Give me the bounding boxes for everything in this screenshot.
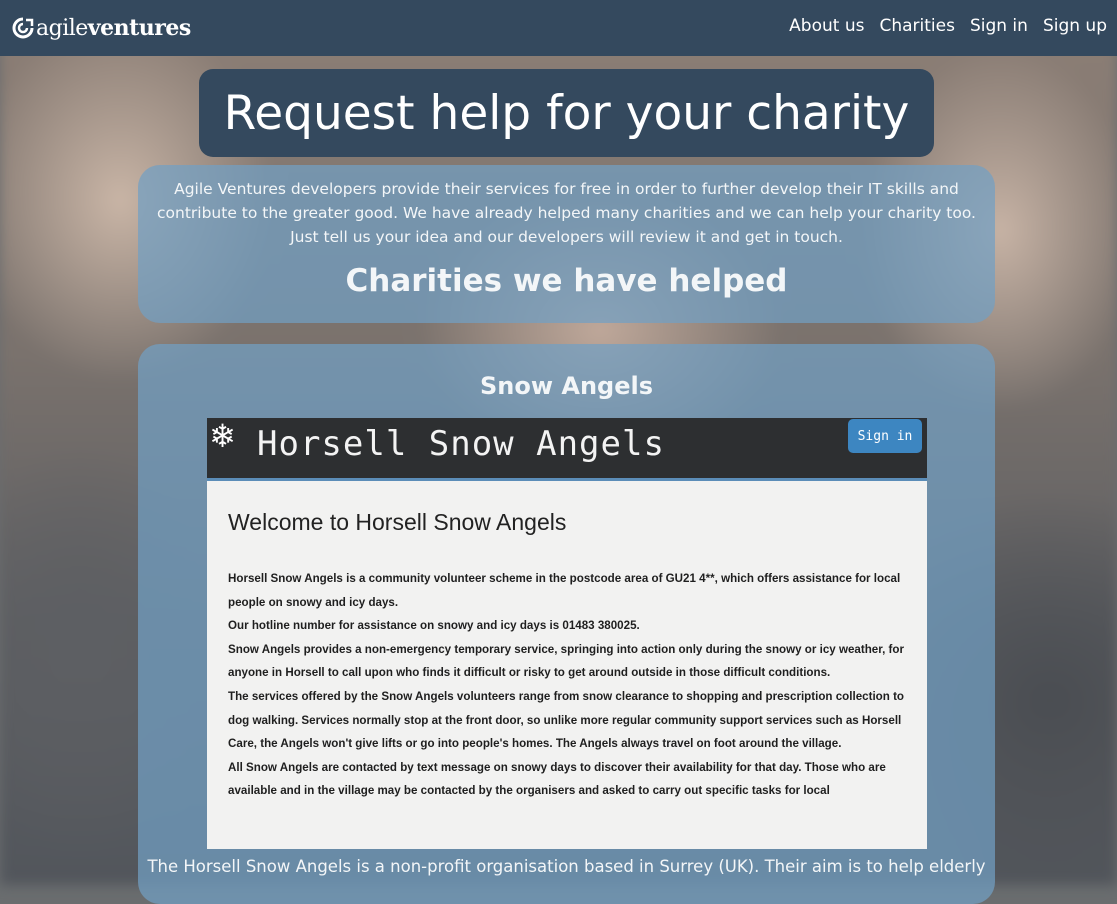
nav-charities[interactable]: Charities bbox=[879, 16, 954, 36]
screenshot-paragraph: The services offered by the Snow Angels … bbox=[228, 689, 905, 751]
screenshot-header: ❄ Horsell Snow Angels Sign in bbox=[207, 418, 927, 481]
screenshot-paragraph: Horsell Snow Angels is a community volun… bbox=[228, 572, 901, 609]
page-title: Request help for your charity bbox=[223, 85, 910, 141]
helped-heading: Charities we have helped bbox=[345, 263, 788, 299]
screenshot-paragraph: All Snow Angels are contacted by text me… bbox=[228, 760, 886, 798]
screenshot-site-title: Horsell Snow Angels bbox=[257, 424, 665, 464]
nav-sign-in[interactable]: Sign in bbox=[970, 16, 1028, 36]
snowflake-icon: ❄ bbox=[209, 418, 236, 455]
screenshot-paragraph: Our hotline number for assistance on sno… bbox=[228, 619, 640, 633]
intro-text: Agile Ventures developers provide their … bbox=[157, 180, 976, 246]
screenshot-signin-button: Sign in bbox=[848, 419, 922, 453]
navbar: agile ventures About us Charities Sign in… bbox=[0, 0, 1117, 56]
logo-text-bold: ventures bbox=[87, 15, 191, 41]
page-title-box: Request help for your charity bbox=[199, 69, 934, 157]
intro-panel: Agile Ventures developers provide their … bbox=[138, 165, 995, 323]
screenshot-body: Horsell Snow Angels is a community volun… bbox=[228, 567, 908, 803]
logo-link[interactable]: agile ventures bbox=[12, 13, 191, 43]
agile-ventures-logo-icon bbox=[12, 17, 34, 39]
charity-name: Snow Angels bbox=[479, 372, 653, 400]
charity-card: Snow Angels ❄ Horsell Snow Angels Sign i… bbox=[138, 344, 995, 904]
nav-links: About us Charities Sign in Sign up bbox=[789, 16, 1107, 36]
nav-sign-up[interactable]: Sign up bbox=[1043, 16, 1107, 36]
screenshot-paragraph: Snow Angels provides a non-emergency tem… bbox=[228, 642, 905, 680]
logo-text-light: agile bbox=[36, 15, 88, 41]
charity-screenshot[interactable]: ❄ Horsell Snow Angels Sign in Welcome to… bbox=[207, 418, 927, 849]
nav-about-us[interactable]: About us bbox=[789, 16, 864, 36]
charity-description: The Horsell Snow Angels is a non-profit … bbox=[147, 857, 986, 876]
screenshot-heading: Welcome to Horsell Snow Angels bbox=[228, 509, 567, 535]
